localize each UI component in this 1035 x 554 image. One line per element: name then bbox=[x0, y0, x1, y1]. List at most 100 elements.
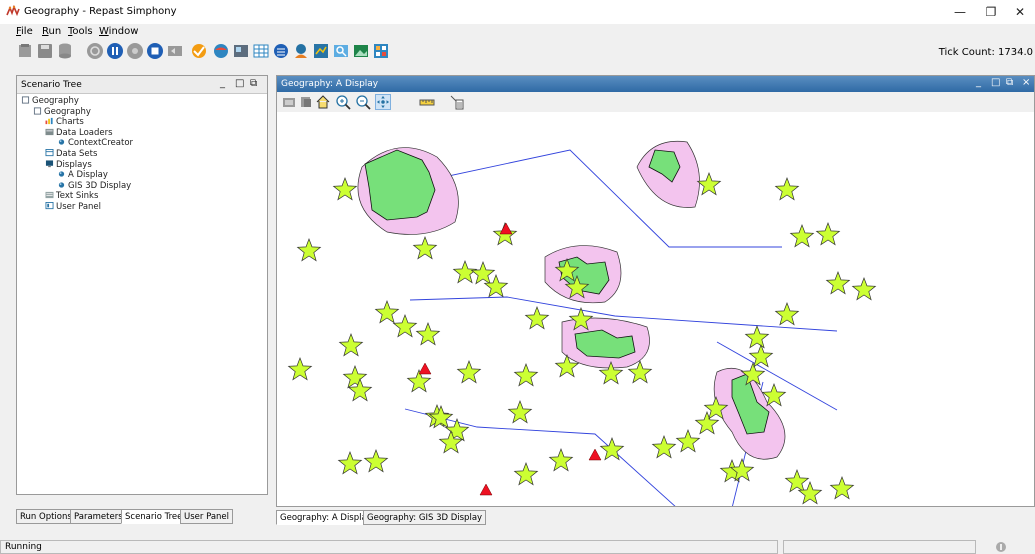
minimize-display-icon[interactable]: _ bbox=[976, 77, 981, 88]
tree-item-label: A Display bbox=[68, 170, 108, 181]
tab-a-display[interactable]: Geography: A Display bbox=[276, 510, 376, 525]
status-indicator-icon bbox=[996, 542, 1006, 552]
database-icon[interactable] bbox=[56, 42, 74, 60]
maximize-panel-icon[interactable]: □ bbox=[235, 78, 244, 89]
search-tool-icon[interactable] bbox=[332, 42, 350, 60]
zoom-in-icon[interactable] bbox=[335, 94, 351, 110]
agent-star bbox=[296, 238, 322, 262]
tree-item[interactable]: Data Sets bbox=[17, 148, 267, 160]
agent-star bbox=[332, 177, 358, 201]
spreadsheet-icon[interactable] bbox=[252, 42, 270, 60]
globe-user-icon[interactable] bbox=[292, 42, 310, 60]
agent-star bbox=[287, 357, 313, 381]
external-tools-icon[interactable] bbox=[232, 42, 250, 60]
tree-item[interactable]: User Panel bbox=[17, 201, 267, 213]
info-tool-icon[interactable] bbox=[449, 94, 465, 110]
restore-icon[interactable]: ❐ bbox=[976, 0, 1006, 24]
agent-star bbox=[524, 306, 550, 330]
agent-star bbox=[789, 224, 815, 248]
tab-gis-3d-display[interactable]: Geography: GIS 3D Display bbox=[363, 510, 487, 525]
tree-item[interactable]: Text Sinks bbox=[17, 191, 267, 202]
tree-item[interactable]: A Display bbox=[17, 170, 267, 181]
tree-item-label: Data Sets bbox=[56, 148, 98, 159]
layer-icon[interactable] bbox=[298, 94, 314, 110]
agent-star bbox=[513, 363, 539, 387]
tree-item[interactable]: Data Loaders bbox=[17, 128, 267, 139]
data-icon[interactable] bbox=[272, 42, 290, 60]
bullet-icon bbox=[58, 182, 65, 188]
status-field-secondary bbox=[783, 540, 976, 554]
ruler-icon[interactable] bbox=[419, 94, 435, 110]
chart-tool-icon[interactable] bbox=[312, 42, 330, 60]
minimize-panel-icon[interactable]: _ bbox=[220, 78, 225, 89]
step-icon[interactable] bbox=[126, 42, 144, 60]
tab-parameters[interactable]: Parameters bbox=[70, 509, 127, 524]
menu-run[interactable]: Run bbox=[42, 26, 61, 37]
tree-item-label: Data Loaders bbox=[56, 127, 113, 138]
agent-star bbox=[825, 271, 851, 295]
repast-app-icon bbox=[6, 5, 20, 17]
menu-file[interactable]: File bbox=[16, 26, 33, 37]
agent-star bbox=[774, 302, 800, 326]
table-icon bbox=[45, 148, 54, 157]
agent-star bbox=[651, 435, 677, 459]
export-image-icon[interactable] bbox=[281, 94, 297, 110]
tab-run-options[interactable]: Run Options bbox=[16, 509, 76, 524]
tick-count: Tick Count: 1734.0 bbox=[938, 47, 1033, 58]
save-icon[interactable] bbox=[36, 42, 54, 60]
home-icon[interactable] bbox=[315, 94, 331, 110]
tree-item[interactable]: Displays bbox=[17, 160, 267, 171]
agent-star bbox=[342, 365, 368, 389]
pan-icon[interactable] bbox=[375, 94, 391, 110]
init-run-icon[interactable] bbox=[16, 42, 34, 60]
agent-star bbox=[415, 322, 441, 346]
tree-item[interactable]: Geography bbox=[17, 107, 267, 118]
agent-star bbox=[774, 177, 800, 201]
agent-triangle bbox=[499, 222, 513, 235]
power-icon[interactable] bbox=[86, 42, 104, 60]
status-bar: Running bbox=[0, 538, 1035, 554]
tree-item[interactable]: Geography bbox=[17, 96, 267, 107]
tree-item[interactable]: ContextCreator bbox=[17, 138, 267, 149]
close-icon[interactable]: ✕ bbox=[1005, 0, 1035, 24]
tree-item-label: Geography bbox=[32, 96, 79, 106]
agent-star bbox=[456, 360, 482, 384]
image-tool-icon[interactable] bbox=[352, 42, 370, 60]
tree-item[interactable]: Charts bbox=[17, 117, 267, 128]
chart-icon bbox=[45, 118, 53, 125]
float-display-icon[interactable]: ⧉ bbox=[1006, 77, 1013, 88]
stop-run-icon[interactable] bbox=[146, 42, 164, 60]
reset-icon[interactable] bbox=[166, 42, 184, 60]
repast-logo-icon[interactable] bbox=[190, 42, 208, 60]
tree-item-label: Geography bbox=[44, 106, 91, 117]
context-icon bbox=[33, 107, 42, 115]
float-panel-icon[interactable]: ⧉ bbox=[250, 78, 257, 89]
main-toolbar bbox=[0, 39, 1035, 65]
model-icon[interactable] bbox=[212, 42, 230, 60]
agent-star bbox=[815, 222, 841, 246]
database-icon bbox=[45, 128, 54, 135]
title-bar: Geography - Repast Simphony — ❐ ✕ bbox=[0, 0, 1035, 24]
maximize-display-icon[interactable]: □ bbox=[991, 77, 1000, 88]
close-display-icon[interactable]: × bbox=[1022, 77, 1030, 88]
tab-user-panel[interactable]: User Panel bbox=[180, 509, 234, 524]
menu-bar: File Run Tools Window bbox=[0, 24, 1035, 38]
display-header: Geography: A Display _ □ ⧉ × bbox=[277, 76, 1034, 92]
tree-item[interactable]: GIS 3D Display bbox=[17, 181, 267, 192]
minimize-icon[interactable]: — bbox=[945, 0, 975, 24]
text-sink-icon bbox=[45, 192, 54, 199]
bullet-icon bbox=[58, 171, 65, 177]
agent-star bbox=[829, 476, 855, 500]
zoom-out-icon[interactable] bbox=[355, 94, 371, 110]
status-text: Running bbox=[5, 542, 42, 552]
pause-run-icon[interactable] bbox=[106, 42, 124, 60]
tab-scenario-tree[interactable]: Scenario Tree bbox=[121, 509, 187, 524]
menu-tools[interactable]: Tools bbox=[68, 26, 93, 37]
tree-item-label: ContextCreator bbox=[68, 138, 134, 149]
menu-window[interactable]: Window bbox=[99, 26, 138, 37]
geography-map-canvas[interactable] bbox=[277, 112, 1035, 507]
agent-triangle bbox=[588, 448, 602, 461]
grid-tool-icon[interactable] bbox=[372, 42, 390, 60]
context-icon bbox=[21, 96, 30, 104]
tree-item-label: Text Sinks bbox=[56, 191, 99, 202]
